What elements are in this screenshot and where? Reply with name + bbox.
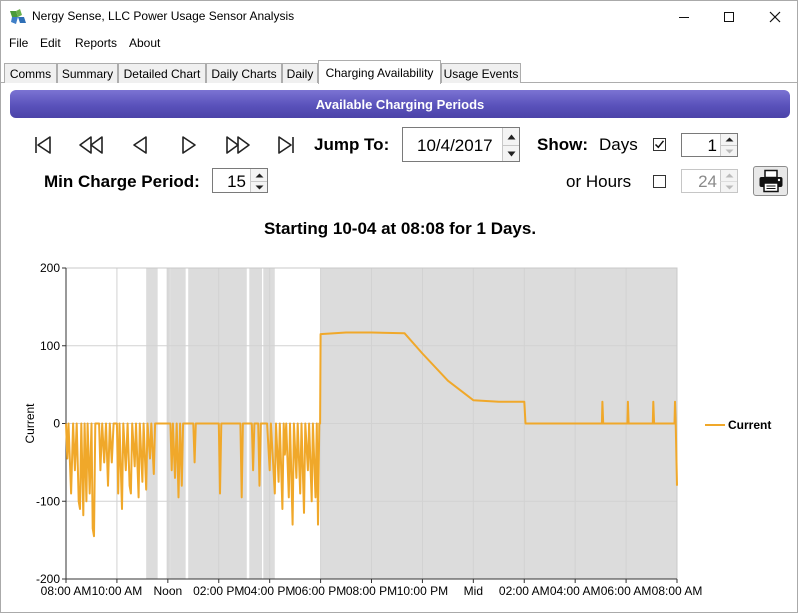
fast-forward-button[interactable]: [224, 132, 252, 158]
maximize-icon: [724, 11, 734, 22]
x-tick-label: 04:00 AM: [550, 584, 601, 598]
tab-summary[interactable]: Summary: [57, 63, 118, 83]
y-axis-label: Current: [23, 403, 37, 444]
next-icon: [182, 136, 196, 154]
y-tick-label: 0: [53, 417, 60, 431]
caret-down-icon: [255, 185, 263, 189]
caret-down-icon: [507, 151, 515, 156]
date-input[interactable]: 10/4/2017: [402, 127, 520, 162]
tab-detailed-chart[interactable]: Detailed Chart: [118, 63, 206, 83]
x-tick-label: 06:00 AM: [601, 584, 652, 598]
date-spin-up[interactable]: [502, 128, 519, 145]
x-tick-label: Noon: [153, 584, 182, 598]
app-logo-icon: [10, 9, 26, 24]
chart-legend: Current: [705, 418, 771, 432]
checkmark-icon: [654, 140, 665, 149]
fast-back-button[interactable]: [77, 132, 105, 158]
caret-down-icon: [725, 185, 733, 189]
title-bar: Nergy Sense, LLC Power Usage Sensor Anal…: [1, 1, 797, 32]
legend-label: Current: [728, 418, 771, 432]
jump-to-label: Jump To:: [314, 135, 390, 154]
rewind-icon: [79, 136, 103, 154]
x-tick-label: 08:00 PM: [346, 584, 397, 598]
hours-spin-down[interactable]: [720, 181, 737, 192]
show-label: Show:: [537, 135, 588, 154]
days-spin-down[interactable]: [720, 145, 737, 156]
days-label: Days: [599, 135, 638, 154]
close-icon: [769, 11, 781, 22]
x-tick-label: 02:00 PM: [193, 584, 244, 598]
x-tick-label: 06:00 PM: [295, 584, 346, 598]
y-tick-label: 100: [40, 339, 60, 353]
caret-up-icon: [255, 173, 263, 177]
x-tick-label: 08:00 AM: [652, 584, 703, 598]
caret-up-icon: [507, 134, 515, 139]
minimize-button[interactable]: [661, 1, 707, 32]
skip-first-icon: [35, 136, 51, 154]
min-charge-spin-down[interactable]: [250, 181, 267, 192]
days-spin-up[interactable]: [720, 134, 737, 145]
x-tick-label: Mid: [464, 584, 483, 598]
print-button[interactable]: [753, 166, 788, 196]
printer-icon: [759, 169, 782, 193]
days-value: 1: [707, 136, 717, 155]
hours-label: or Hours: [566, 172, 632, 191]
menu-reports[interactable]: Reports: [75, 36, 117, 50]
menu-edit[interactable]: Edit: [40, 36, 61, 50]
close-button[interactable]: [752, 1, 798, 32]
y-tick-label: 200: [40, 261, 60, 275]
first-button[interactable]: [31, 132, 55, 158]
tab-daily[interactable]: Daily: [282, 63, 318, 83]
menu-file[interactable]: File: [9, 36, 28, 50]
x-tick-label: 02:00 AM: [499, 584, 550, 598]
y-tick-label: -100: [36, 494, 60, 508]
current-chart: -200-1000100200 08:00 AM 10:00 AM Noon 02:0…: [23, 261, 771, 598]
tab-comms[interactable]: Comms: [4, 63, 57, 83]
caret-down-icon: [725, 149, 733, 153]
hours-checkbox[interactable]: [653, 175, 666, 188]
window-title: Nergy Sense, LLC Power Usage Sensor Anal…: [32, 9, 295, 23]
chart-title: Starting 10-04 at 08:08 for 1 Days.: [263, 219, 537, 238]
hours-value: 24: [698, 172, 717, 191]
x-tick-label: 08:00 AM: [41, 584, 92, 598]
x-tick-label: 04:00 PM: [244, 584, 295, 598]
days-stepper[interactable]: 1: [681, 133, 738, 157]
skip-last-icon: [278, 136, 294, 154]
maximize-button[interactable]: [706, 1, 752, 32]
min-charge-stepper[interactable]: 15: [212, 168, 268, 193]
days-checkbox[interactable]: [653, 138, 666, 151]
y-axis-ticks: -200-1000100200: [36, 261, 66, 586]
menu-bar: File Edit Reports About: [1, 32, 797, 54]
tab-daily-charts[interactable]: Daily Charts: [206, 63, 282, 83]
hours-stepper[interactable]: 24: [681, 169, 738, 193]
min-charge-value: 15: [227, 172, 246, 191]
tab-usage-events[interactable]: Usage Events: [441, 63, 521, 83]
x-tick-label: 10:00 AM: [92, 584, 143, 598]
x-tick-label: 10:00 PM: [397, 584, 448, 598]
date-spin-down[interactable]: [502, 145, 519, 161]
x-axis-ticks: 08:00 AM 10:00 AM Noon 02:00 PM 04:00 PM 06:0…: [41, 579, 703, 598]
caret-up-icon: [725, 173, 733, 178]
caret-up-icon: [725, 137, 733, 142]
min-charge-label: Min Charge Period:: [44, 172, 200, 191]
last-button[interactable]: [274, 132, 298, 158]
app-window: Nergy Sense, LLC Power Usage Sensor Anal…: [0, 0, 798, 613]
minimize-icon: [679, 16, 689, 18]
panel-header: Available Charging Periods: [10, 90, 790, 118]
hours-spin-up[interactable]: [720, 170, 737, 181]
min-charge-spin-up[interactable]: [250, 169, 267, 181]
previous-icon: [133, 136, 147, 154]
date-value: 10/4/2017: [417, 136, 493, 155]
tab-strip: Comms Summary Detailed Chart Daily Chart…: [1, 60, 797, 84]
previous-button[interactable]: [128, 132, 152, 158]
fast-forward-icon: [226, 136, 250, 154]
tab-charging-availability[interactable]: Charging Availability: [318, 60, 441, 84]
menu-about[interactable]: About: [129, 36, 160, 50]
next-button[interactable]: [177, 132, 201, 158]
